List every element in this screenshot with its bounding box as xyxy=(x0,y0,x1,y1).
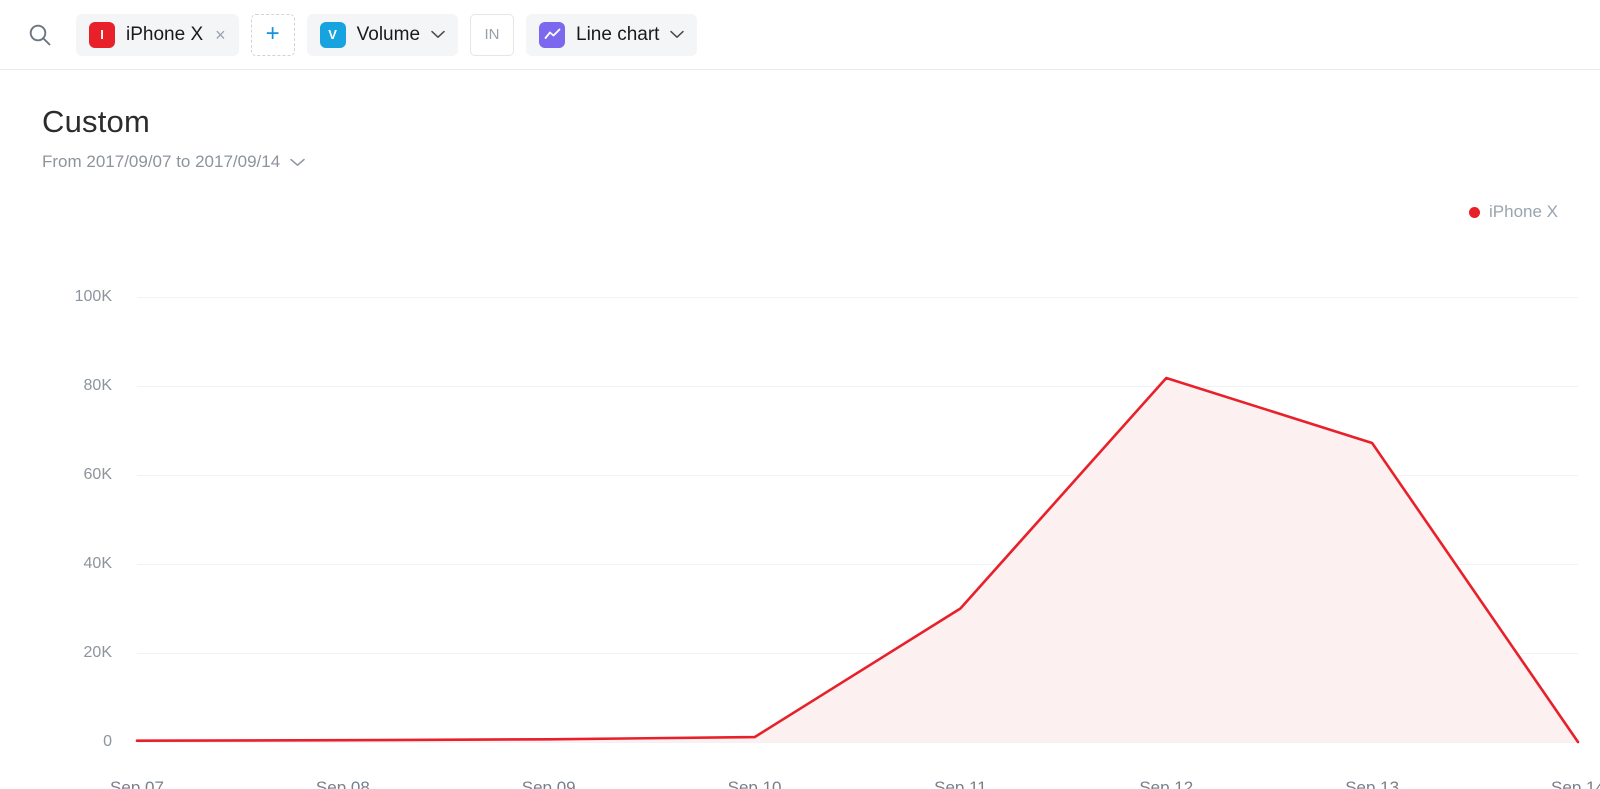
date-range-label: From 2017/09/07 to 2017/09/14 xyxy=(42,152,281,171)
legend-color-swatch xyxy=(1469,206,1480,218)
gridline xyxy=(137,475,1578,476)
x-axis-tick-label: Sep 11 xyxy=(934,778,987,789)
y-axis-tick-label: 20K xyxy=(83,644,112,661)
chevron-down-icon xyxy=(670,30,685,39)
series-area-fill xyxy=(137,378,1578,742)
chevron-down-icon xyxy=(290,158,305,167)
gridline xyxy=(137,386,1578,387)
x-axis-tick-label: Sep 09 xyxy=(521,778,576,789)
gridline xyxy=(137,742,1578,743)
chart-legend: iPhone X xyxy=(1469,202,1558,222)
y-axis-tick-label: 40K xyxy=(83,555,112,572)
y-axis-tick-label: 100K xyxy=(74,288,112,305)
chip-line-chart[interactable]: Line chart xyxy=(526,13,698,56)
chip-label: Volume xyxy=(356,23,421,45)
series-line xyxy=(135,376,1580,744)
chart-card: Custom From 2017/09/07 to 2017/09/14 iPh… xyxy=(0,70,1600,789)
line-chart-icon xyxy=(539,21,566,48)
add-term-button[interactable]: + xyxy=(250,13,295,56)
chip-iphone-x[interactable]: I iPhone X × xyxy=(76,13,239,56)
y-axis-tick-label: 80K xyxy=(83,377,112,394)
chip-badge-letter-icon: I xyxy=(89,21,115,48)
close-icon[interactable]: × xyxy=(215,26,226,44)
chip-badge-letter-icon: V xyxy=(319,21,346,48)
series-iphone-x xyxy=(135,376,1580,744)
top-toolbar: I iPhone X × + V Volume IN Line chart xyxy=(0,0,1600,70)
operator-in[interactable]: IN xyxy=(470,13,515,56)
x-axis-tick-label: Sep 07 xyxy=(110,778,164,789)
gridline xyxy=(137,653,1578,654)
x-axis-tick-label: Sep 08 xyxy=(315,778,370,789)
x-axis-tick-label: Sep 14 xyxy=(1551,778,1600,789)
x-axis-tick-label: Sep 10 xyxy=(727,778,782,789)
y-axis-tick-label: 0 xyxy=(103,733,112,750)
gridline xyxy=(137,297,1578,298)
plus-icon: + xyxy=(265,19,280,47)
date-range-selector[interactable]: From 2017/09/07 to 2017/09/14 xyxy=(42,152,305,172)
chip-label: iPhone X xyxy=(126,23,204,45)
chip-label: Line chart xyxy=(576,23,660,45)
x-axis-tick-label: Sep 12 xyxy=(1139,778,1194,789)
y-axis-tick-label: 60K xyxy=(83,466,112,483)
plot-area: 0 20K 40K 60K 80K 100K Sep 07 Sep 08 Sep 09 Sep … xyxy=(0,70,1600,789)
search-icon[interactable] xyxy=(18,13,62,57)
chevron-down-icon xyxy=(431,30,445,39)
x-axis-tick-label: Sep 13 xyxy=(1345,778,1400,789)
chip-volume[interactable]: V Volume xyxy=(306,13,459,56)
operator-label: IN xyxy=(484,26,500,43)
page-title: Custom xyxy=(42,104,151,139)
gridline xyxy=(137,564,1578,565)
legend-item-label: iPhone X xyxy=(1489,202,1558,221)
